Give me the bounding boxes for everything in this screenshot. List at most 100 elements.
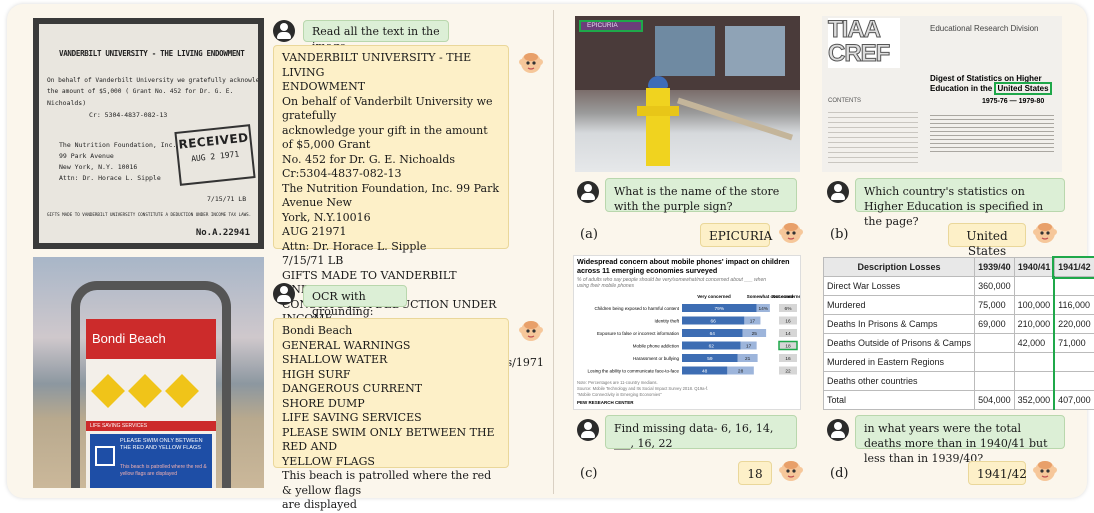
category-label: Harassment or bullying <box>633 356 680 361</box>
robot-avatar-icon <box>518 50 544 76</box>
table-cell: 360,000 <box>975 277 1015 296</box>
received-stamp: RECEIVED AUG 2 1971 <box>174 124 255 186</box>
table-header-cell: 1939/40 <box>975 258 1015 277</box>
bar-value-label: 62 <box>709 344 715 350</box>
answer-line: PLEASE SWIM ONLY BETWEEN THE RED AND <box>282 426 500 455</box>
answer-line: acknowledge your gift in the amount of $… <box>282 124 500 153</box>
robot-avatar-icon <box>1032 458 1058 484</box>
store-sign: EPICURIA <box>579 20 643 32</box>
bar-value-label: 59 <box>707 356 713 362</box>
bar-value-label: 66 <box>711 319 717 325</box>
bar-value-label: 64 <box>710 331 716 337</box>
table-cell <box>1014 353 1054 372</box>
table-cell: Total <box>824 391 975 410</box>
table-row: Deaths In Prisons & Camps69,000210,00022… <box>824 315 1094 334</box>
division-name: Educational Research Division <box>930 24 1039 33</box>
losses-table: Description Losses1939/401940/411941/421… <box>823 257 1094 410</box>
body-text <box>930 112 1054 152</box>
answer-line: On behalf of Vanderbilt University we gr… <box>282 95 500 124</box>
table-cell: 75,000 <box>975 296 1015 315</box>
table-row: Murdered75,000100,000116,000133,000 <box>824 296 1094 315</box>
table-cell: 210,000 <box>1014 315 1054 334</box>
chart-footnote: Note: Percentages are 11-country medians… <box>577 380 658 385</box>
doc-footer: GIFTS MADE TO VANDERBILT UNIVERSITY CONS… <box>47 210 262 220</box>
table-header-cell: 1940/41 <box>1014 258 1054 277</box>
answer-line: AUG 21971 <box>282 225 500 240</box>
table-cell <box>1054 353 1094 372</box>
table-cell <box>1014 372 1054 391</box>
table-row: Murdered in Eastern Regions <box>824 353 1094 372</box>
robot-avatar-icon <box>778 220 804 246</box>
doc-addr4: Attn: Dr. Horace L. Sipple <box>59 173 161 183</box>
answer-line: Cr:5304-4837-082-13 <box>282 167 500 182</box>
bar-value-label: 17 <box>750 319 756 325</box>
user-avatar-icon <box>577 181 599 203</box>
answer-line: Bondi Beach <box>282 324 500 339</box>
answer-line: York, N.Y.10016 <box>282 211 500 226</box>
doc-addr1: The Nutrition Foundation, Inc. <box>59 140 176 150</box>
answer-line: are displayed <box>282 498 500 513</box>
answer-line: The Nutrition Foundation, Inc. 99 Park A… <box>282 182 500 211</box>
table-cell <box>1054 277 1094 296</box>
table-cell <box>975 372 1015 391</box>
table-cell: 116,000 <box>1054 296 1094 315</box>
bar-value-label: 16 <box>785 319 791 325</box>
chart-subtitle: % of adults who say people should be ver… <box>577 277 777 289</box>
pew-chart-image: Widespread concern about mobile phones' … <box>573 255 801 410</box>
table-cell: 69,000 <box>975 315 1015 334</box>
chart-title: Widespread concern about mobile phones' … <box>577 258 799 275</box>
bar-value-label: 79% <box>715 306 725 312</box>
bar-value-label: 18 <box>785 344 791 350</box>
chart-footnote: Source: Mobile Technology and Its Social… <box>577 386 708 391</box>
pew-brand: PEW RESEARCH CENTER <box>577 400 634 405</box>
chart-footnote: "Mobile Connectivity in Emerging Economi… <box>577 392 662 397</box>
swimmer-icon <box>95 446 115 466</box>
table-cell: 504,000 <box>975 391 1015 410</box>
hose <box>677 98 793 141</box>
warning-icons <box>86 359 216 407</box>
table-cell: 71,000 <box>1054 334 1094 353</box>
answer-bubble: VANDERBILT UNIVERSITY - THE LIVINGENDOWM… <box>273 45 509 249</box>
table-cell <box>975 334 1015 353</box>
column-header: Very concerned <box>697 294 731 299</box>
sign-board: Bondi Beach LIFE SAVING SERVICES PLEASE … <box>86 319 216 488</box>
answer-bubble: Bondi BeachGENERAL WARNINGSSHALLOW WATER… <box>273 318 509 468</box>
answer-line: ENDOWMENT <box>282 80 500 95</box>
question-bubble: OCR with grounding: <box>303 285 407 307</box>
robot-avatar-icon <box>778 458 804 484</box>
question-bubble: Which country's statistics on Higher Edu… <box>855 178 1065 212</box>
warning-sign-icon <box>165 374 199 408</box>
table-cell: Deaths other countries <box>824 372 975 391</box>
bar-value-label: 21 <box>745 356 751 362</box>
table-row: Deaths Outside of Prisons & Camps42,0007… <box>824 334 1094 353</box>
answer-text: Bondi BeachGENERAL WARNINGSSHALLOW WATER… <box>282 324 500 513</box>
store-window <box>655 26 715 76</box>
category-label: Identity theft <box>654 319 679 324</box>
answer-line: SHORE DUMP <box>282 397 500 412</box>
doc-addr2: 99 Park Avenue <box>59 151 114 161</box>
bar-value-label: 25 <box>752 331 758 337</box>
robot-avatar-icon <box>518 318 544 344</box>
answer-bubble: 1941/42 <box>968 461 1026 485</box>
answer-line: Attn: Dr. Horace L. Sipple <box>282 240 500 255</box>
table-cell <box>1014 277 1054 296</box>
table-row: Direct War Losses360,000 <box>824 277 1094 296</box>
user-avatar-icon <box>273 20 295 42</box>
category-label: Exposure to false or incorrect informati… <box>597 331 680 336</box>
question-bubble: Read all the text in the image. <box>303 20 449 42</box>
answer-line: SHALLOW WATER <box>282 353 500 368</box>
contents-heading: CONTENTS <box>828 98 861 104</box>
answer-line: HIGH SURF <box>282 368 500 383</box>
sign-header: Bondi Beach <box>86 319 216 359</box>
table-cell <box>975 353 1015 372</box>
robot-avatar-icon <box>1032 220 1058 246</box>
lss-banner: LIFE SAVING SERVICES <box>86 421 216 431</box>
user-avatar-icon <box>273 283 295 305</box>
category-label: Losing the ability to communicate face-t… <box>587 369 679 374</box>
doc-line3: Nichoalds) <box>47 98 86 108</box>
bar-value-label: 48 <box>702 369 708 375</box>
table-row: Total504,000352,000407,000541,000 <box>824 391 1094 410</box>
answer-line: DANGEROUS CURRENT <box>282 382 500 397</box>
panel-label-c: (c) <box>580 466 597 481</box>
table-cell: 42,000 <box>1014 334 1054 353</box>
